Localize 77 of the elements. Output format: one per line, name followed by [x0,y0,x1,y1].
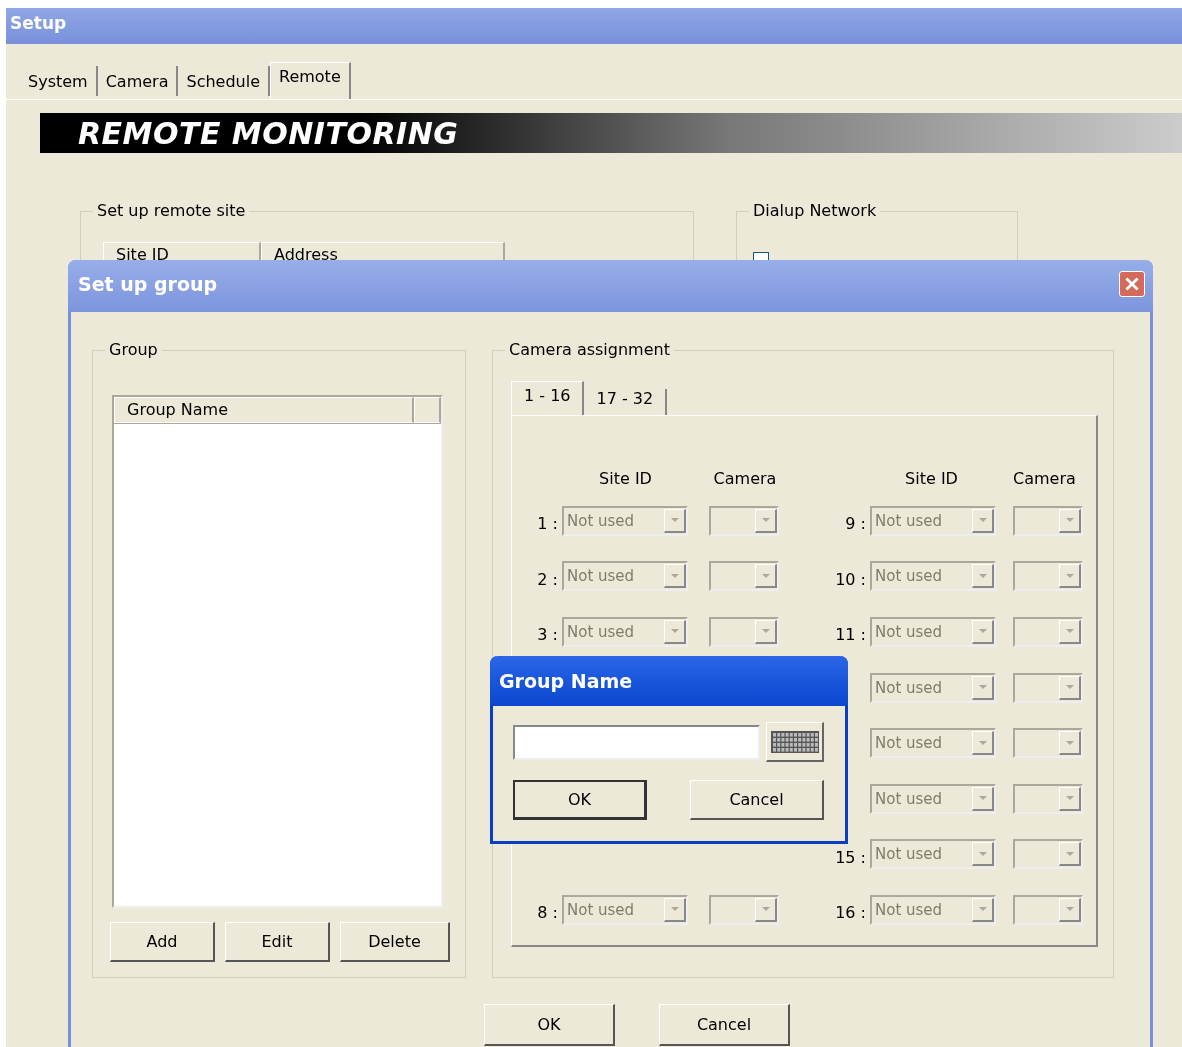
camera-dropdown[interactable] [1013,839,1083,870]
caret-icon [670,907,679,912]
caret-icon [670,573,679,578]
tab[interactable]: Remote [270,62,351,99]
caret-icon [978,685,987,690]
caret-icon [978,796,987,801]
button[interactable]: Add [110,922,215,962]
window-title: Setup [6,8,1182,44]
close-button[interactable] [1119,271,1145,297]
caret-icon [670,518,679,523]
caret-icon [1065,573,1074,578]
camera-dropdown[interactable] [709,561,779,592]
slot-number: 9 : [844,513,867,534]
group-label: Camera assignment [505,340,674,359]
camera-dropdown[interactable] [1013,672,1083,703]
tab[interactable]: 17 - 32 [584,389,668,415]
tab[interactable]: System [20,66,98,96]
caret-icon [978,629,987,634]
dialog-title: Set up group [78,273,218,295]
column-header: Site ID [598,468,653,488]
caret-icon [761,518,770,523]
camera-dropdown[interactable] [1013,561,1083,592]
slot-number: 2 : [536,568,559,589]
caret-icon [978,518,987,523]
slot-number: 3 : [536,624,559,645]
caret-icon [978,907,987,912]
button[interactable]: OK [513,780,647,820]
group-label: Dialup Network [749,201,881,220]
button[interactable]: Cancel [690,780,824,820]
caret-icon [761,629,770,634]
tab[interactable]: 1 - 16 [511,381,585,415]
slot-number: 10 : [834,568,867,589]
slot-number: 8 : [536,902,559,923]
caret-icon [1065,685,1074,690]
group-label: Set up remote site [93,201,250,220]
camera-dropdown[interactable] [709,894,779,925]
caret-icon [1065,518,1074,523]
banner-title: REMOTE MONITORING [78,115,459,151]
caret-icon [1065,740,1074,745]
camera-dropdown[interactable] [709,505,779,536]
group-label: Group [105,340,162,359]
slot-number: 15 : [834,846,867,867]
dialog-title: Group Name [490,656,848,706]
caret-icon [670,629,679,634]
keyboard-icon [770,730,819,753]
camera-dropdown[interactable] [1013,505,1083,536]
list-box[interactable]: Group Name [112,395,443,908]
keyboard-button[interactable] [766,722,824,762]
caret-icon [1065,629,1074,634]
input-field[interactable] [513,724,760,760]
close-icon [1125,277,1139,291]
camera-dropdown[interactable] [1013,728,1083,759]
caret-icon [978,851,987,856]
button[interactable]: OK [484,1004,615,1046]
caret-icon [761,573,770,578]
caret-icon [1065,907,1074,912]
tab[interactable]: Camera [97,66,179,96]
camera-dropdown[interactable] [1013,894,1083,925]
button[interactable]: Edit [225,922,330,962]
camera-dropdown[interactable] [1013,783,1083,814]
caret-icon [978,573,987,578]
caret-icon [1065,796,1074,801]
slot-number: 16 : [834,902,867,923]
button[interactable]: Cancel [659,1004,790,1046]
caret-icon [978,740,987,745]
camera-dropdown[interactable] [709,617,779,647]
column-header: Group Name [114,397,414,423]
column-header: Camera [712,468,778,488]
column-header: Camera [1013,468,1075,488]
slot-number: 11 : [834,624,867,645]
slot-number: 1 : [536,513,559,534]
caret-icon [1065,851,1074,856]
caret-icon [761,907,770,912]
column-header: Site ID [904,468,959,488]
button[interactable]: Delete [340,922,450,962]
camera-dropdown[interactable] [1013,617,1083,647]
column-header [414,397,441,423]
